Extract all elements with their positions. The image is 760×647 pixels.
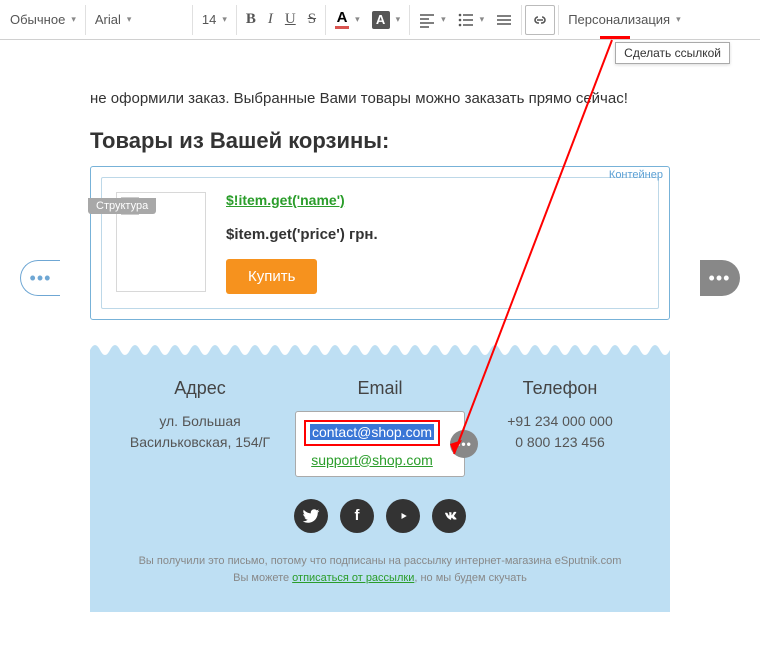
footnote-suffix: , но мы будем скучать — [414, 572, 527, 584]
text-color-button[interactable]: A — [329, 5, 366, 35]
product-structure[interactable]: Контейнер $!item.get('name') $item.get('… — [90, 166, 670, 320]
footnote-prefix: Вы можете — [233, 572, 292, 584]
email-heading: Email — [290, 378, 470, 399]
youtube-icon[interactable] — [386, 499, 420, 533]
cart-heading[interactable]: Товары из Вашей корзины: — [90, 128, 670, 154]
more-options-button[interactable]: ••• — [450, 430, 478, 458]
buy-button[interactable]: Купить — [226, 259, 317, 294]
product-name-link[interactable]: $!item.get('name') — [226, 192, 345, 208]
unsubscribe-link[interactable]: отписаться от рассылки — [292, 572, 414, 584]
underline-button[interactable]: U — [279, 5, 302, 35]
social-row: f — [110, 499, 650, 533]
footnote-line1: Вы получили это письмо, потому что подпи… — [110, 553, 650, 571]
footnote: Вы получили это письмо, потому что подпи… — [110, 553, 650, 588]
footer-email-column: Email contact@shop.com support@shop.com … — [290, 378, 470, 477]
font-dropdown[interactable]: Arial — [89, 5, 189, 35]
style-dropdown[interactable]: Обычное — [4, 5, 82, 35]
footer-phone-column: Телефон +91 234 000 000 0 800 123 456 — [470, 378, 650, 477]
italic-button[interactable]: I — [262, 5, 279, 35]
annotation-red-box: contact@shop.com — [304, 420, 440, 446]
bold-button[interactable]: B — [240, 5, 262, 35]
address-heading: Адрес — [110, 378, 290, 399]
twitter-icon[interactable] — [294, 499, 328, 533]
footer-zigzag — [90, 340, 670, 358]
align-button[interactable] — [413, 5, 452, 35]
personalization-dropdown[interactable]: Персонализация — [562, 5, 686, 35]
rich-text-toolbar: Обычное Arial 14 B I U S A A Персонализа… — [0, 0, 760, 40]
email-body-text[interactable]: не оформили заказ. Выбранные Вами товары… — [90, 40, 670, 110]
line-height-button[interactable] — [490, 5, 518, 35]
product-price[interactable]: $item.get('price') грн. — [226, 226, 644, 243]
size-dropdown[interactable]: 14 — [196, 5, 233, 35]
bg-color-button[interactable]: A — [366, 5, 407, 35]
address-text: ул. Большая Васильковская, 154/Г — [110, 411, 290, 453]
phone-heading: Телефон — [470, 378, 650, 399]
strike-button[interactable]: S — [302, 5, 322, 35]
phone-1: +91 234 000 000 — [470, 411, 650, 432]
contact-email-selected[interactable]: contact@shop.com — [310, 424, 434, 440]
link-tooltip: Сделать ссылкой — [615, 42, 730, 64]
structure-badge: Структура — [88, 198, 156, 214]
annotation-underline — [600, 36, 630, 39]
facebook-icon[interactable]: f — [340, 499, 374, 533]
footer-address-column: Адрес ул. Большая Васильковская, 154/Г — [110, 378, 290, 477]
email-footer: Адрес ул. Большая Васильковская, 154/Г E… — [90, 358, 670, 612]
product-container[interactable]: $!item.get('name') $item.get('price') гр… — [101, 177, 659, 309]
link-button[interactable] — [525, 5, 555, 35]
phone-2: 0 800 123 456 — [470, 432, 650, 453]
list-button[interactable] — [452, 5, 491, 35]
container-badge: Контейнер — [609, 169, 663, 181]
vk-icon[interactable] — [432, 499, 466, 533]
email-edit-box[interactable]: contact@shop.com support@shop.com ••• — [295, 411, 465, 477]
support-email-link[interactable]: support@shop.com — [304, 452, 440, 468]
